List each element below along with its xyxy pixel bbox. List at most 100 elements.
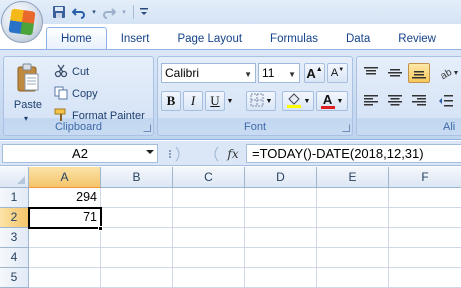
row-header-4[interactable]: 4	[0, 248, 29, 268]
scissors-icon	[54, 64, 68, 81]
font-group-label: Font	[243, 121, 266, 133]
select-all-button[interactable]	[0, 167, 29, 188]
cell-e2[interactable]	[317, 208, 389, 228]
row-header-2[interactable]: 2	[0, 208, 29, 228]
cell-a3[interactable]	[29, 228, 101, 248]
cell-c4[interactable]	[173, 248, 245, 268]
bold-button[interactable]: B	[161, 91, 181, 111]
clipboard-group-label: Clipboard	[54, 121, 103, 133]
font-size-box[interactable]: 11 ▼	[258, 63, 300, 83]
decrease-indent-button[interactable]	[435, 91, 457, 111]
cell-c1[interactable]	[173, 188, 245, 208]
cell-f3[interactable]	[389, 228, 461, 248]
formula-bar-grip-icon[interactable]	[166, 145, 174, 163]
cell-f2[interactable]	[389, 208, 461, 228]
font-color-label: A	[322, 91, 333, 107]
shrink-font-button[interactable]: A ▼	[327, 63, 348, 83]
tab-formulas[interactable]: Formulas	[256, 29, 332, 50]
clipboard-dialog-launcher-icon[interactable]	[143, 124, 151, 132]
grow-font-button[interactable]: A ▲	[304, 63, 325, 83]
cell-f1[interactable]	[389, 188, 461, 208]
paste-button[interactable]: Paste ▾	[10, 61, 46, 123]
align-center-button[interactable]	[384, 91, 406, 111]
column-header-b[interactable]: B	[101, 167, 173, 188]
name-box-value: A2	[72, 146, 88, 161]
redo-dropdown-icon[interactable]: ▾	[120, 4, 128, 20]
name-box-dropdown-icon[interactable]	[146, 150, 154, 154]
cell-a1[interactable]: 294	[29, 188, 101, 208]
row-header-3[interactable]: 3	[0, 228, 29, 248]
cell-c5[interactable]	[173, 268, 245, 288]
underline-button[interactable]: U	[205, 91, 225, 111]
cell-b3[interactable]	[101, 228, 173, 248]
cell-f5[interactable]	[389, 268, 461, 288]
column-header-c[interactable]: C	[173, 167, 245, 188]
tab-home[interactable]: Home	[46, 27, 107, 50]
column-header-f[interactable]: F	[389, 167, 461, 188]
office-button[interactable]	[1, 1, 43, 43]
cell-e1[interactable]	[317, 188, 389, 208]
italic-button[interactable]: I	[183, 91, 203, 111]
fill-color-button[interactable]: ▼	[282, 91, 314, 111]
cell-c3[interactable]	[173, 228, 245, 248]
fill-handle[interactable]	[98, 226, 103, 231]
font-family-box[interactable]: Calibri ▼	[161, 63, 256, 83]
formula-input[interactable]: =TODAY()-DATE(2018,12,31)	[246, 144, 461, 163]
cell-a2[interactable]: 71	[29, 208, 101, 228]
align-top-button[interactable]	[360, 63, 382, 83]
customize-qat-icon[interactable]	[139, 4, 149, 20]
shrink-font-label: A	[330, 67, 339, 79]
font-color-button[interactable]: A ▼	[316, 91, 348, 111]
cell-e3[interactable]	[317, 228, 389, 248]
row-header-5[interactable]: 5	[0, 268, 29, 288]
cell-d5[interactable]	[245, 268, 317, 288]
borders-icon	[250, 93, 264, 110]
tab-review[interactable]: Review	[384, 29, 450, 50]
underline-label: U	[210, 93, 220, 108]
cell-b1[interactable]	[101, 188, 173, 208]
font-dialog-launcher-icon[interactable]	[342, 124, 350, 132]
italic-label: I	[190, 93, 196, 108]
cut-button[interactable]: Cut	[54, 63, 89, 81]
align-bottom-button[interactable]	[408, 63, 430, 83]
tab-insert[interactable]: Insert	[107, 29, 164, 50]
cell-e5[interactable]	[317, 268, 389, 288]
cell-d3[interactable]	[245, 228, 317, 248]
alignment-group-label: Ali	[443, 121, 456, 133]
underline-dropdown-icon[interactable]: ▼	[225, 91, 235, 111]
cell-f4[interactable]	[389, 248, 461, 268]
tab-page-layout[interactable]: Page Layout	[163, 29, 256, 50]
align-left-button[interactable]	[360, 91, 382, 111]
undo-dropdown-icon[interactable]: ▾	[90, 4, 98, 20]
tab-data[interactable]: Data	[332, 29, 384, 50]
borders-button[interactable]: ▼	[246, 91, 276, 111]
cell-d1[interactable]	[245, 188, 317, 208]
cell-b4[interactable]	[101, 248, 173, 268]
cell-d4[interactable]	[245, 248, 317, 268]
cell-d2[interactable]	[245, 208, 317, 228]
column-header-e[interactable]: E	[317, 167, 389, 188]
redo-icon[interactable]	[100, 4, 118, 20]
formula-bar-button-area	[174, 145, 220, 163]
cell-e4[interactable]	[317, 248, 389, 268]
cell-a5[interactable]	[29, 268, 101, 288]
undo-icon[interactable]	[70, 4, 88, 20]
font-group: Calibri ▼ 11 ▼ A ▲ A ▼ B I U ▼ ▼ ▼ A ▼ F…	[157, 56, 353, 136]
insert-function-button[interactable]: fx	[224, 145, 242, 163]
name-box[interactable]: A2	[2, 144, 158, 163]
copy-label: Copy	[72, 88, 98, 100]
office-logo-icon	[8, 8, 36, 36]
align-right-button[interactable]	[408, 91, 430, 111]
column-header-a[interactable]: A	[29, 167, 101, 188]
cell-a4[interactable]	[29, 248, 101, 268]
orientation-button[interactable]: ab	[437, 63, 461, 83]
column-header-d[interactable]: D	[245, 167, 317, 188]
cell-c2[interactable]	[173, 208, 245, 228]
save-icon[interactable]	[50, 4, 68, 20]
cell-b5[interactable]	[101, 268, 173, 288]
cell-b2[interactable]	[101, 208, 173, 228]
copy-button[interactable]: Copy	[54, 85, 98, 103]
row-header-1[interactable]: 1	[0, 188, 29, 208]
alignment-group: ab Ali	[356, 56, 461, 136]
align-middle-button[interactable]	[384, 63, 406, 83]
